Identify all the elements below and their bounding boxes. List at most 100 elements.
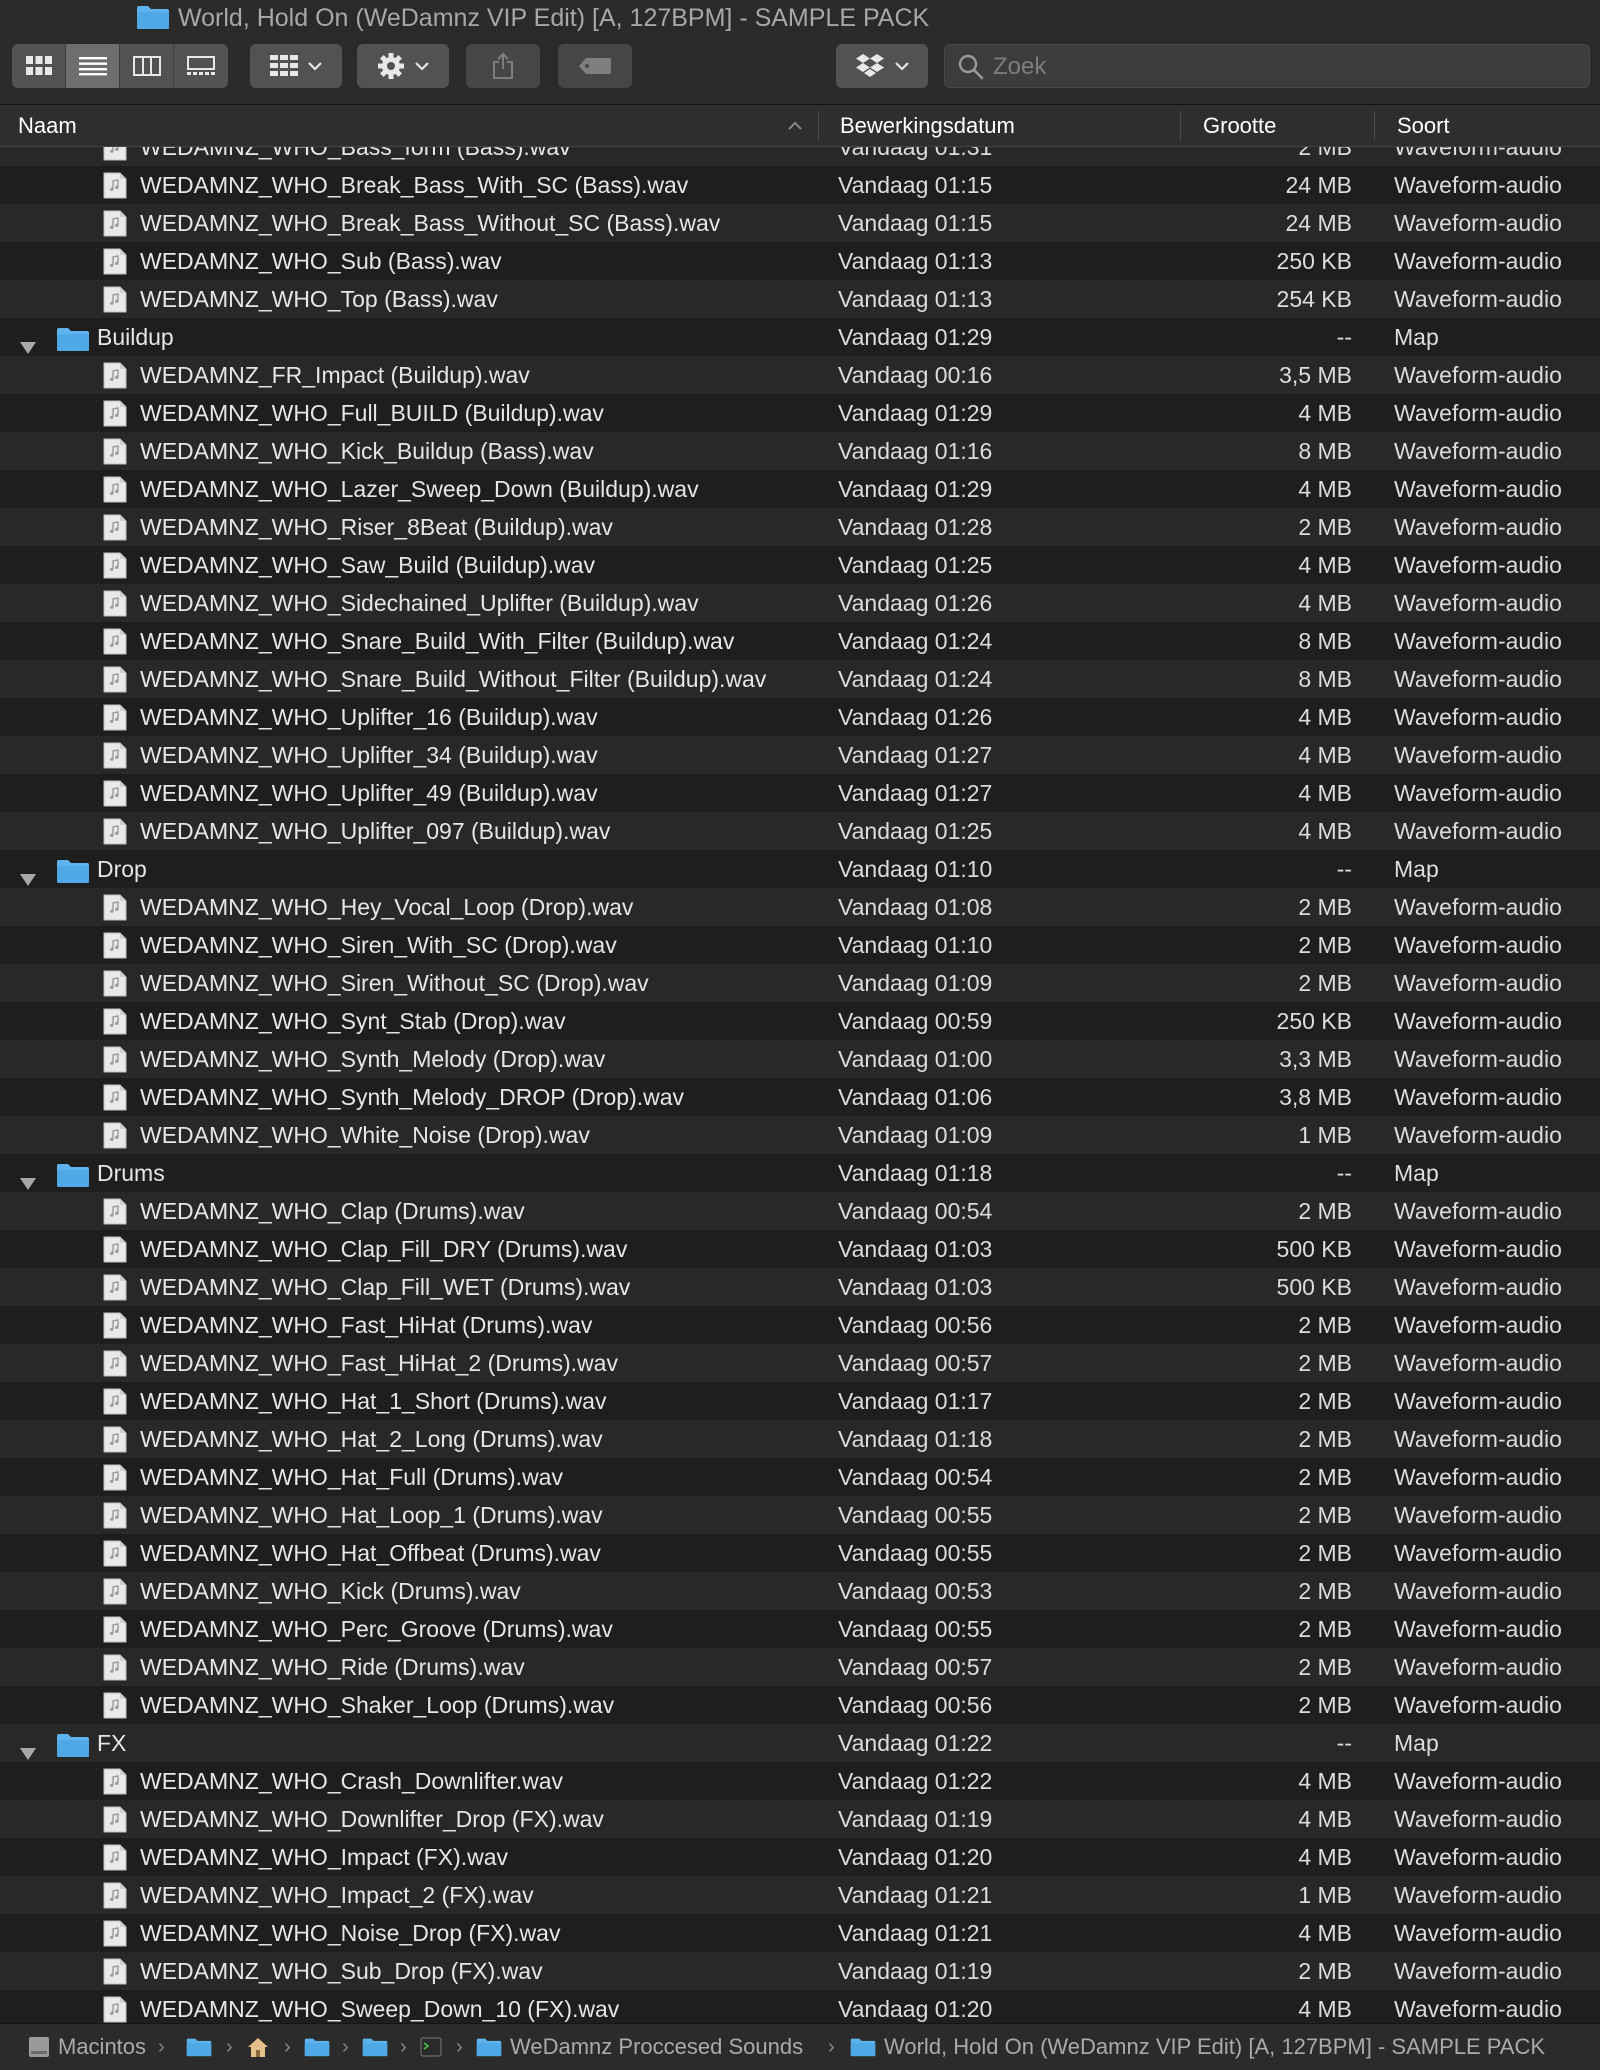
gallery-view-button[interactable]: [174, 44, 228, 88]
column-header-size[interactable]: Grootte: [1203, 105, 1276, 146]
file-row[interactable]: WEDAMNZ_WHO_Sub_Drop (FX).wav Vandaag 01:…: [0, 1952, 1600, 1990]
file-row[interactable]: WEDAMNZ_WHO_Uplifter_097 (Buildup).wav Va…: [0, 812, 1600, 850]
file-row[interactable]: WEDAMNZ_WHO_Hat_2_Long (Drums).wav Vandaa…: [0, 1420, 1600, 1458]
row-date: Vandaag 01:09: [838, 970, 993, 996]
row-kind: Waveform-audio: [1394, 1426, 1562, 1452]
file-row[interactable]: WEDAMNZ_WHO_Hey_Vocal_Loop (Drop).wav Van…: [0, 888, 1600, 926]
search-field[interactable]: [944, 44, 1590, 89]
file-row[interactable]: WEDAMNZ_WHO_White_Noise (Drop).wav Vandaa…: [0, 1116, 1600, 1154]
file-row[interactable]: WEDAMNZ_WHO_Hat_Offbeat (Drums).wav Vanda…: [0, 1534, 1600, 1572]
path-item[interactable]: [304, 2024, 338, 2070]
chevron-down-icon: [415, 62, 429, 71]
search-input[interactable]: [991, 45, 1575, 89]
file-row[interactable]: WEDAMNZ_FR_Impact (Buildup).wav Vandaag 0…: [0, 356, 1600, 394]
file-row[interactable]: WEDAMNZ_WHO_Clap_Fill_WET (Drums).wav Van…: [0, 1268, 1600, 1306]
column-divider[interactable]: [1180, 111, 1181, 141]
file-row[interactable]: WEDAMNZ_WHO_Perc_Groove (Drums).wav Vanda…: [0, 1610, 1600, 1648]
list-view-button[interactable]: [66, 44, 120, 88]
file-row[interactable]: WEDAMNZ_WHO_Snare_Build_With_Filter (Bui…: [0, 622, 1600, 660]
file-row[interactable]: WEDAMNZ_WHO_Kick_Buildup (Bass).wav Vanda…: [0, 432, 1600, 470]
folder-row[interactable]: Buildup Vandaag 01:29 -- Map: [0, 318, 1600, 356]
file-row[interactable]: WEDAMNZ_WHO_Ride (Drums).wav Vandaag 00:5…: [0, 1648, 1600, 1686]
row-name: WEDAMNZ_WHO_Kick (Drums).wav: [140, 1578, 521, 1604]
file-row[interactable]: WEDAMNZ_WHO_Synt_Stab (Drop).wav Vandaag …: [0, 1002, 1600, 1040]
file-row[interactable]: WEDAMNZ_WHO_Sweep_Down_10 (FX).wav Vandaa…: [0, 1990, 1600, 2023]
file-row[interactable]: WEDAMNZ_WHO_Riser_8Beat (Buildup).wav Van…: [0, 508, 1600, 546]
disclosure-triangle-icon[interactable]: [18, 1735, 38, 1760]
file-row[interactable]: WEDAMNZ_WHO_Impact (FX).wav Vandaag 01:20…: [0, 1838, 1600, 1876]
share-button[interactable]: [466, 44, 540, 88]
path-item[interactable]: Macintos: [28, 2024, 146, 2070]
path-item[interactable]: [420, 2024, 450, 2070]
folder-icon: [304, 2037, 330, 2057]
tags-button[interactable]: [558, 44, 632, 88]
column-header-name[interactable]: Naam: [18, 105, 77, 146]
view-switcher: [12, 44, 228, 88]
file-row[interactable]: WEDAMNZ_WHO_Kick (Drums).wav Vandaag 00:5…: [0, 1572, 1600, 1610]
row-date: Vandaag 01:16: [838, 438, 993, 464]
row-date: Vandaag 01:13: [838, 248, 993, 274]
audio-file-icon: [103, 1274, 127, 1301]
icon-view-button[interactable]: [12, 44, 66, 88]
file-row[interactable]: WEDAMNZ_WHO_Break_Bass_With_SC (Bass).wa…: [0, 166, 1600, 204]
file-row[interactable]: WEDAMNZ_WHO_Top (Bass).wav Vandaag 01:13 2…: [0, 280, 1600, 318]
file-row[interactable]: WEDAMNZ_WHO_Saw_Build (Buildup).wav Vanda…: [0, 546, 1600, 584]
folder-row[interactable]: FX Vandaag 01:22 -- Map: [0, 1724, 1600, 1762]
file-row[interactable]: WEDAMNZ_WHO_Noise_Drop (FX).wav Vandaag 0…: [0, 1914, 1600, 1952]
file-row[interactable]: WEDAMNZ_WHO_Uplifter_49 (Buildup).wav Van…: [0, 774, 1600, 812]
action-menu-button[interactable]: [357, 44, 449, 88]
file-row[interactable]: WEDAMNZ_WHO_Bass_form (Bass).wav Vandaag …: [0, 147, 1600, 166]
file-row[interactable]: WEDAMNZ_WHO_Clap (Drums).wav Vandaag 00:5…: [0, 1192, 1600, 1230]
file-list[interactable]: WEDAMNZ_WHO_Bass_form (Bass).wav Vandaag …: [0, 147, 1600, 2023]
file-row[interactable]: WEDAMNZ_WHO_Clap_Fill_DRY (Drums).wav Van…: [0, 1230, 1600, 1268]
file-row[interactable]: WEDAMNZ_WHO_Uplifter_34 (Buildup).wav Van…: [0, 736, 1600, 774]
group-by-button[interactable]: [250, 44, 342, 88]
file-row[interactable]: WEDAMNZ_WHO_Crash_Downlifter.wav Vandaag …: [0, 1762, 1600, 1800]
column-header-date[interactable]: Bewerkingsdatum: [840, 105, 1015, 146]
audio-file-icon: [103, 1122, 127, 1149]
disclosure-triangle-icon[interactable]: [18, 1165, 38, 1190]
file-row[interactable]: WEDAMNZ_WHO_Full_BUILD (Buildup).wav Vand…: [0, 394, 1600, 432]
dropbox-button[interactable]: [836, 44, 928, 88]
file-row[interactable]: WEDAMNZ_WHO_Downlifter_Drop (FX).wav Vand…: [0, 1800, 1600, 1838]
file-row[interactable]: WEDAMNZ_WHO_Hat_Full (Drums).wav Vandaag …: [0, 1458, 1600, 1496]
path-item[interactable]: [186, 2024, 220, 2070]
file-row[interactable]: WEDAMNZ_WHO_Uplifter_16 (Buildup).wav Van…: [0, 698, 1600, 736]
path-item[interactable]: [362, 2024, 396, 2070]
row-date: Vandaag 01:22: [838, 1768, 993, 1794]
file-row[interactable]: WEDAMNZ_WHO_Snare_Build_Without_Filter (…: [0, 660, 1600, 698]
file-row[interactable]: WEDAMNZ_WHO_Lazer_Sweep_Down (Buildup).w…: [0, 470, 1600, 508]
file-row[interactable]: WEDAMNZ_WHO_Fast_HiHat_2 (Drums).wav Vand…: [0, 1344, 1600, 1382]
disclosure-triangle-icon[interactable]: [18, 861, 38, 886]
path-item[interactable]: [246, 2024, 278, 2070]
file-row[interactable]: WEDAMNZ_WHO_Synth_Melody (Drop).wav Vanda…: [0, 1040, 1600, 1078]
folder-row[interactable]: Drop Vandaag 01:10 -- Map: [0, 850, 1600, 888]
row-kind: Waveform-audio: [1394, 1198, 1562, 1224]
column-divider[interactable]: [818, 111, 819, 141]
path-item[interactable]: WeDamnz Proccesed Sounds: [476, 2024, 803, 2070]
row-size: --: [1336, 856, 1352, 882]
row-kind: Waveform-audio: [1394, 932, 1562, 958]
disclosure-triangle-icon[interactable]: [18, 329, 38, 354]
column-divider[interactable]: [1374, 111, 1375, 141]
path-separator-icon: ›: [828, 2036, 835, 2058]
file-row[interactable]: WEDAMNZ_WHO_Sidechained_Uplifter (Buildu…: [0, 584, 1600, 622]
sort-ascending-icon[interactable]: [786, 117, 804, 135]
file-row[interactable]: WEDAMNZ_WHO_Hat_1_Short (Drums).wav Vanda…: [0, 1382, 1600, 1420]
file-row[interactable]: WEDAMNZ_WHO_Siren_Without_SC (Drop).wav V…: [0, 964, 1600, 1002]
file-row[interactable]: WEDAMNZ_WHO_Fast_HiHat (Drums).wav Vandaa…: [0, 1306, 1600, 1344]
path-item[interactable]: World, Hold On (WeDamnz VIP Edit) [A, 12…: [850, 2024, 1545, 2070]
path-separator-icon: ›: [226, 2036, 233, 2058]
file-row[interactable]: WEDAMNZ_WHO_Shaker_Loop (Drums).wav Vanda…: [0, 1686, 1600, 1724]
file-row[interactable]: WEDAMNZ_WHO_Hat_Loop_1 (Drums).wav Vandaa…: [0, 1496, 1600, 1534]
file-row[interactable]: WEDAMNZ_WHO_Impact_2 (FX).wav Vandaag 01:…: [0, 1876, 1600, 1914]
row-name: WEDAMNZ_WHO_Uplifter_34 (Buildup).wav: [140, 742, 598, 768]
column-view-button[interactable]: [120, 44, 174, 88]
audio-file-icon: [103, 1958, 127, 1985]
folder-row[interactable]: Drums Vandaag 01:18 -- Map: [0, 1154, 1600, 1192]
file-row[interactable]: WEDAMNZ_WHO_Siren_With_SC (Drop).wav Vand…: [0, 926, 1600, 964]
file-row[interactable]: WEDAMNZ_WHO_Synth_Melody_DROP (Drop).wav…: [0, 1078, 1600, 1116]
file-row[interactable]: WEDAMNZ_WHO_Break_Bass_Without_SC (Bass)…: [0, 204, 1600, 242]
column-header-kind[interactable]: Soort: [1397, 105, 1450, 146]
file-row[interactable]: WEDAMNZ_WHO_Sub (Bass).wav Vandaag 01:13 2…: [0, 242, 1600, 280]
